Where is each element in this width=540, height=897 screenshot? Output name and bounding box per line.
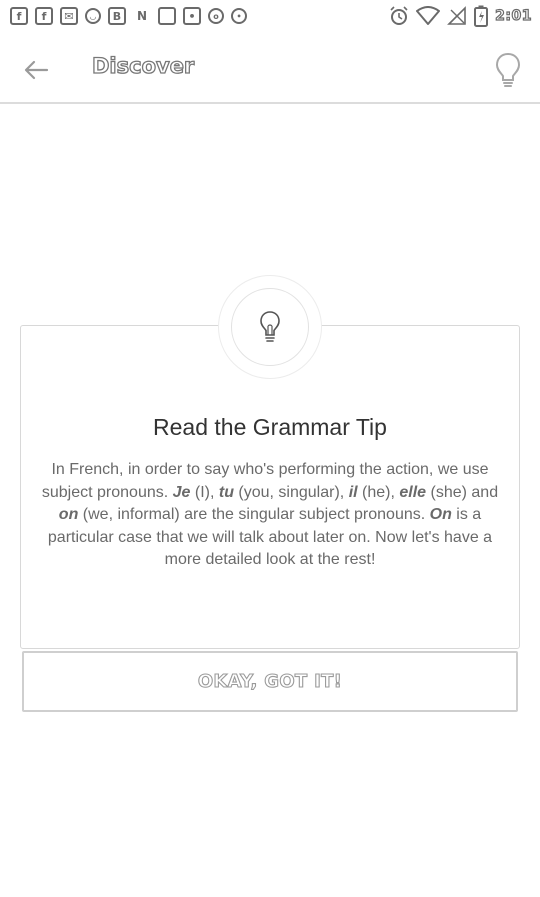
body-text: (you, singular), [233,483,349,501]
card-heading: Read the Grammar Tip [153,414,387,440]
system-icons: 2:01 [389,5,532,27]
pronoun-emphasis: tu [218,483,234,501]
body-text: (he), [357,483,400,501]
circle-icon: o [208,8,224,24]
facebook-icon: f [10,7,28,25]
smile-icon: • [231,8,247,24]
pronoun-emphasis: on [58,506,79,523]
back-button[interactable] [18,52,54,88]
n-icon: N [136,9,148,23]
grammar-tip-button[interactable] [492,50,524,90]
pronoun-emphasis: elle [399,483,427,501]
facebook-icon: f [35,7,53,25]
app-bar: Discover [0,32,540,104]
tip-badge-inner [231,288,309,366]
page-title: Discover [91,53,195,78]
notification-icons: f f ✉ ◡ B N • o • [10,7,247,25]
body-text: (I), [190,483,219,501]
clock: 2:01 [495,7,533,24]
lightbulb-icon [260,311,280,342]
lock-icon: • [183,7,201,25]
status-bar: f f ✉ ◡ B N • o • 2:01 [0,0,540,32]
body-text: (she) and [426,483,499,501]
cat-icon: ◡ [85,8,101,24]
b-icon: B [108,7,126,25]
tip-badge [218,275,322,379]
wifi-icon [416,6,441,25]
chat-icon: ✉ [60,7,78,25]
okay-got-it-button[interactable]: OKAY, GOT IT! [22,651,518,712]
pronoun-emphasis: Je [172,483,191,501]
battery-icon [474,5,489,27]
square-icon [158,7,176,25]
lightbulb-icon [495,52,521,87]
card-body: In French, in order to say who's perform… [40,459,500,572]
alarm-icon [390,6,408,25]
body-text: (we, informal) are the singular subject … [78,506,430,523]
pronoun-emphasis: il [348,483,358,501]
pronoun-emphasis: On [429,506,452,523]
arrow-left-icon [24,60,49,80]
signal-off-icon [447,6,466,25]
